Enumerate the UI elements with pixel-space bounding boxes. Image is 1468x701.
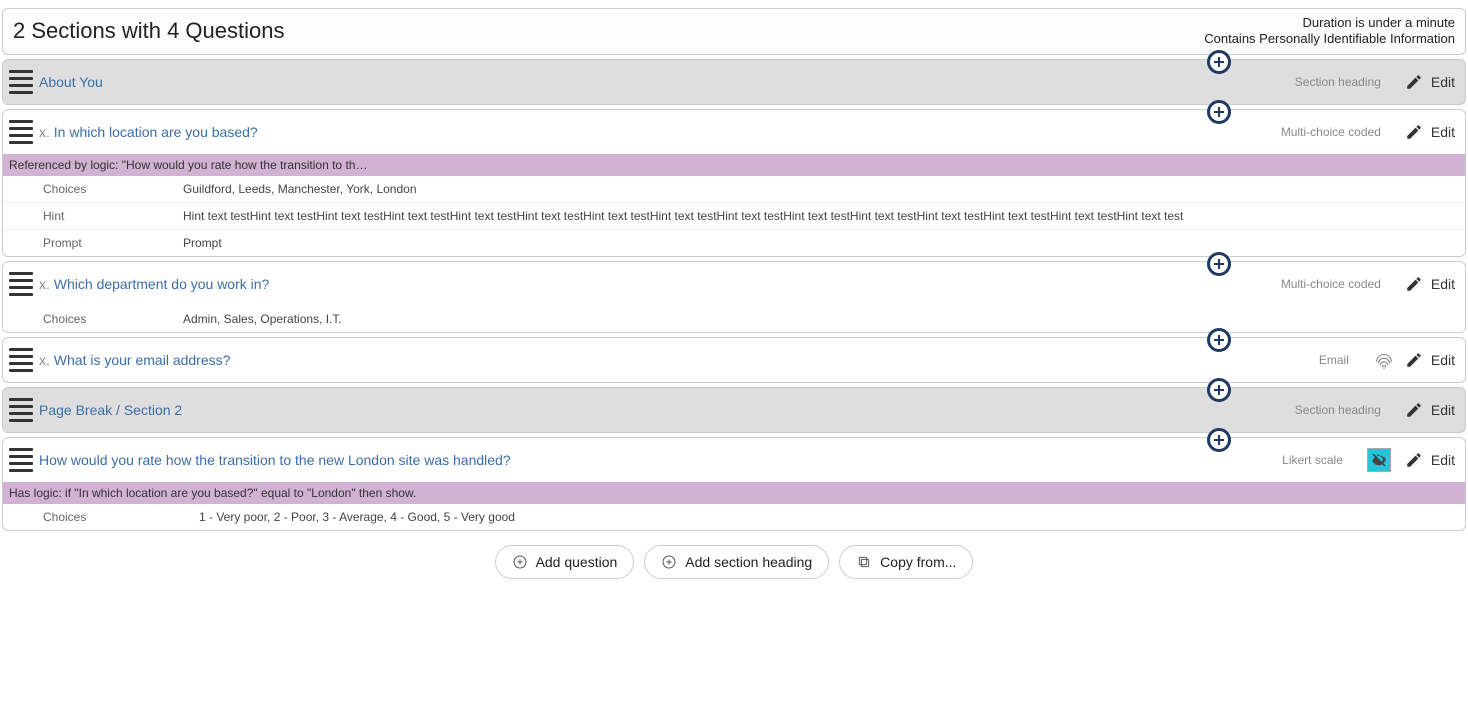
section-title: Page Break / Section 2	[39, 402, 182, 418]
question-row-email: x. What is your email address? Email Edi…	[2, 337, 1466, 383]
edit-label: Edit	[1431, 276, 1455, 292]
drag-handle-icon[interactable]	[9, 398, 33, 422]
pencil-icon	[1405, 401, 1423, 419]
copy-from-button[interactable]: Copy from...	[839, 545, 973, 579]
meta-val-hint: Hint text testHint text testHint text te…	[183, 209, 1183, 223]
copy-from-label: Copy from...	[880, 554, 956, 570]
pencil-icon	[1405, 275, 1423, 293]
survey-meta: Duration is under a minute Contains Pers…	[1204, 15, 1455, 48]
add-section-label: Add section heading	[685, 554, 812, 570]
question-meta: ChoicesGuildford, Leeds, Manchester, Yor…	[3, 176, 1465, 256]
drag-handle-icon[interactable]	[9, 70, 33, 94]
survey-title: 2 Sections with 4 Questions	[13, 18, 284, 44]
edit-label: Edit	[1431, 352, 1455, 368]
edit-button[interactable]: Edit	[1405, 73, 1455, 91]
edit-button[interactable]: Edit	[1405, 451, 1455, 469]
section-row-about-you: About You Section heading Edit	[2, 59, 1466, 105]
meta-val-choices: Guildford, Leeds, Manchester, York, Lond…	[183, 182, 417, 196]
page-break-label: Page Break	[39, 402, 112, 418]
add-above-button[interactable]	[1207, 252, 1231, 276]
add-above-button[interactable]	[1207, 328, 1231, 352]
row-type-label: Email	[1319, 353, 1349, 367]
row-type-label: Multi-choice coded	[1281, 125, 1381, 139]
edit-button[interactable]: Edit	[1405, 401, 1455, 419]
add-section-heading-button[interactable]: Add section heading	[644, 545, 829, 579]
edit-button[interactable]: Edit	[1405, 351, 1455, 369]
plus-circle-icon	[512, 554, 528, 570]
row-type-label: Likert scale	[1282, 453, 1343, 467]
meta-val-choices: 1 - Very poor, 2 - Poor, 3 - Average, 4 …	[183, 510, 515, 524]
drag-handle-icon[interactable]	[9, 348, 33, 372]
question-text: What is your email address?	[54, 352, 231, 368]
survey-header: 2 Sections with 4 Questions Duration is …	[2, 8, 1466, 55]
question-prefix: x.	[39, 276, 50, 292]
drag-handle-icon[interactable]	[9, 448, 33, 472]
row-type-label: Multi-choice coded	[1281, 277, 1381, 291]
edit-label: Edit	[1431, 124, 1455, 140]
question-title: x. In which location are you based?	[39, 124, 258, 140]
question-row-location: x. In which location are you based? Mult…	[2, 109, 1466, 257]
section-2-label: Section 2	[124, 402, 182, 418]
edit-label: Edit	[1431, 74, 1455, 90]
visibility-off-icon	[1370, 451, 1388, 469]
add-question-button[interactable]: Add question	[495, 545, 635, 579]
row-type-label: Section heading	[1295, 403, 1381, 417]
question-meta: ChoicesAdmin, Sales, Operations, I.T.	[3, 306, 1465, 332]
visibility-off-badge[interactable]	[1367, 448, 1391, 472]
page-break-sep: /	[112, 402, 124, 418]
meta-val-choices: Admin, Sales, Operations, I.T.	[183, 312, 342, 326]
question-text: In which location are you based?	[54, 124, 258, 140]
add-above-button[interactable]	[1207, 428, 1231, 452]
edit-button[interactable]: Edit	[1405, 123, 1455, 141]
meta-label-choices: Choices	[43, 312, 183, 326]
question-meta: Choices1 - Very poor, 2 - Poor, 3 - Aver…	[3, 504, 1465, 530]
question-text: Which department do you work in?	[54, 276, 270, 292]
drag-handle-icon[interactable]	[9, 120, 33, 144]
survey-duration: Duration is under a minute	[1204, 15, 1455, 31]
logic-reference-banner: Referenced by logic: "How would you rate…	[3, 154, 1465, 176]
edit-label: Edit	[1431, 452, 1455, 468]
footer-actions: Add question Add section heading Copy fr…	[2, 545, 1466, 579]
meta-label-choices: Choices	[43, 510, 183, 524]
logic-banner: Has logic: if "In which location are you…	[3, 482, 1465, 504]
question-text: How would you rate how the transition to…	[39, 452, 511, 468]
edit-button[interactable]: Edit	[1405, 275, 1455, 293]
meta-label-choices: Choices	[43, 182, 183, 196]
pencil-icon	[1405, 351, 1423, 369]
plus-circle-icon	[661, 554, 677, 570]
question-prefix: x.	[39, 124, 50, 140]
copy-icon	[856, 554, 872, 570]
drag-handle-icon[interactable]	[9, 272, 33, 296]
question-title: x. What is your email address?	[39, 352, 230, 368]
add-above-button[interactable]	[1207, 100, 1231, 124]
meta-label-prompt: Prompt	[43, 236, 183, 250]
question-title: How would you rate how the transition to…	[39, 452, 511, 468]
row-type-label: Section heading	[1295, 75, 1381, 89]
meta-val-prompt: Prompt	[183, 236, 222, 250]
add-question-label: Add question	[536, 554, 618, 570]
pencil-icon	[1405, 123, 1423, 141]
section-title: About You	[39, 74, 103, 90]
question-prefix: x.	[39, 352, 50, 368]
question-row-department: x. Which department do you work in? Mult…	[2, 261, 1466, 333]
add-above-button[interactable]	[1207, 378, 1231, 402]
question-title: x. Which department do you work in?	[39, 276, 269, 292]
fingerprint-icon	[1373, 349, 1395, 371]
section-row-page-break: Page Break / Section 2 Section heading E…	[2, 387, 1466, 433]
meta-label-hint: Hint	[43, 209, 183, 223]
pencil-icon	[1405, 451, 1423, 469]
pencil-icon	[1405, 73, 1423, 91]
survey-pii: Contains Personally Identifiable Informa…	[1204, 31, 1455, 47]
add-above-button[interactable]	[1207, 50, 1231, 74]
question-row-transition-rating: How would you rate how the transition to…	[2, 437, 1466, 531]
edit-label: Edit	[1431, 402, 1455, 418]
